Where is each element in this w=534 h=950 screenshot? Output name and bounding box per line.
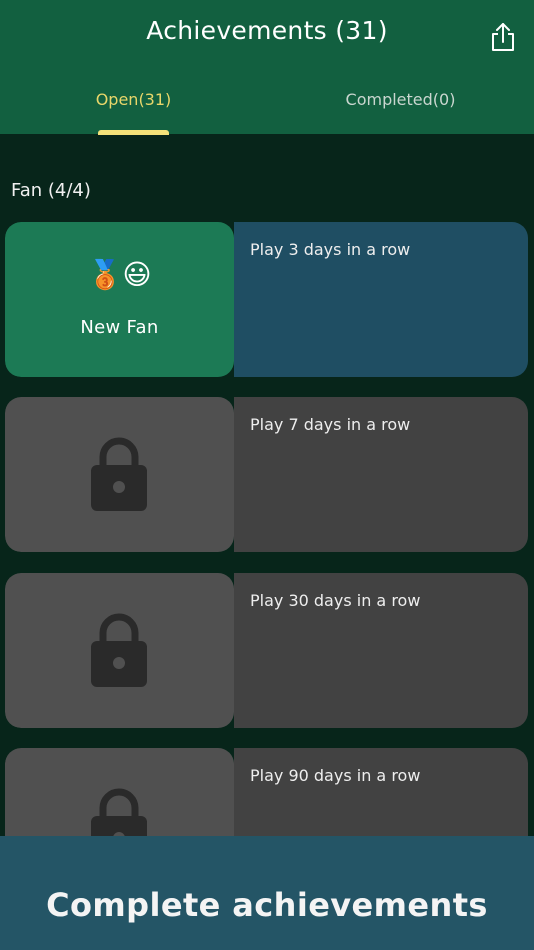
tab-open[interactable]: Open(31) [0, 90, 267, 109]
share-button[interactable] [486, 20, 520, 54]
lock-icon [91, 788, 147, 836]
achievement-badge-panel [5, 748, 234, 836]
lock-icon [91, 613, 147, 687]
header: Achievements (31) Open(31) Completed(0) [0, 0, 534, 135]
achievement-detail-panel: Play 90 days in a row [234, 748, 528, 836]
achievements-screen: Achievements (31) Open(31) Completed(0) … [0, 0, 534, 950]
achievement-badge-panel [5, 397, 234, 552]
share-icon [492, 23, 514, 51]
tab-completed[interactable]: Completed(0) [267, 90, 534, 109]
bronze-medal-icon: 🥉 [87, 258, 123, 291]
promo-banner: Complete achievements [0, 836, 534, 950]
lock-icon [91, 437, 147, 511]
promo-banner-text: Complete achievements [46, 886, 488, 924]
achievement-description: Play 30 days in a row [250, 591, 421, 610]
badge-row: 🥉😃 [5, 258, 234, 291]
achievement-description: Play 90 days in a row [250, 766, 421, 785]
achievement-detail-panel: Play 7 days in a row [234, 397, 528, 552]
achievement-detail-panel: Play 3 days in a row [234, 222, 528, 377]
achievement-card[interactable]: 🥉😃 New Fan Play 3 days in a row [5, 222, 528, 377]
achievement-description: Play 3 days in a row [250, 240, 411, 259]
achievement-badge-panel [5, 573, 234, 728]
smiley-emoji-icon: 😃 [122, 258, 152, 291]
achievement-card[interactable]: Play 90 days in a row [5, 748, 528, 836]
page-title: Achievements (31) [146, 16, 388, 45]
achievement-name: New Fan [80, 317, 159, 338]
achievement-description: Play 7 days in a row [250, 415, 411, 434]
achievement-card[interactable]: Play 30 days in a row [5, 573, 528, 728]
achievement-detail-panel: Play 30 days in a row [234, 573, 528, 728]
section-title: Fan (4/4) [11, 180, 91, 201]
achievement-card[interactable]: Play 7 days in a row [5, 397, 528, 552]
achievement-list[interactable]: Fan (4/4) 🥉😃 New Fan Play 3 days in a ro… [0, 134, 534, 836]
achievement-badge-panel: 🥉😃 New Fan [5, 222, 234, 377]
